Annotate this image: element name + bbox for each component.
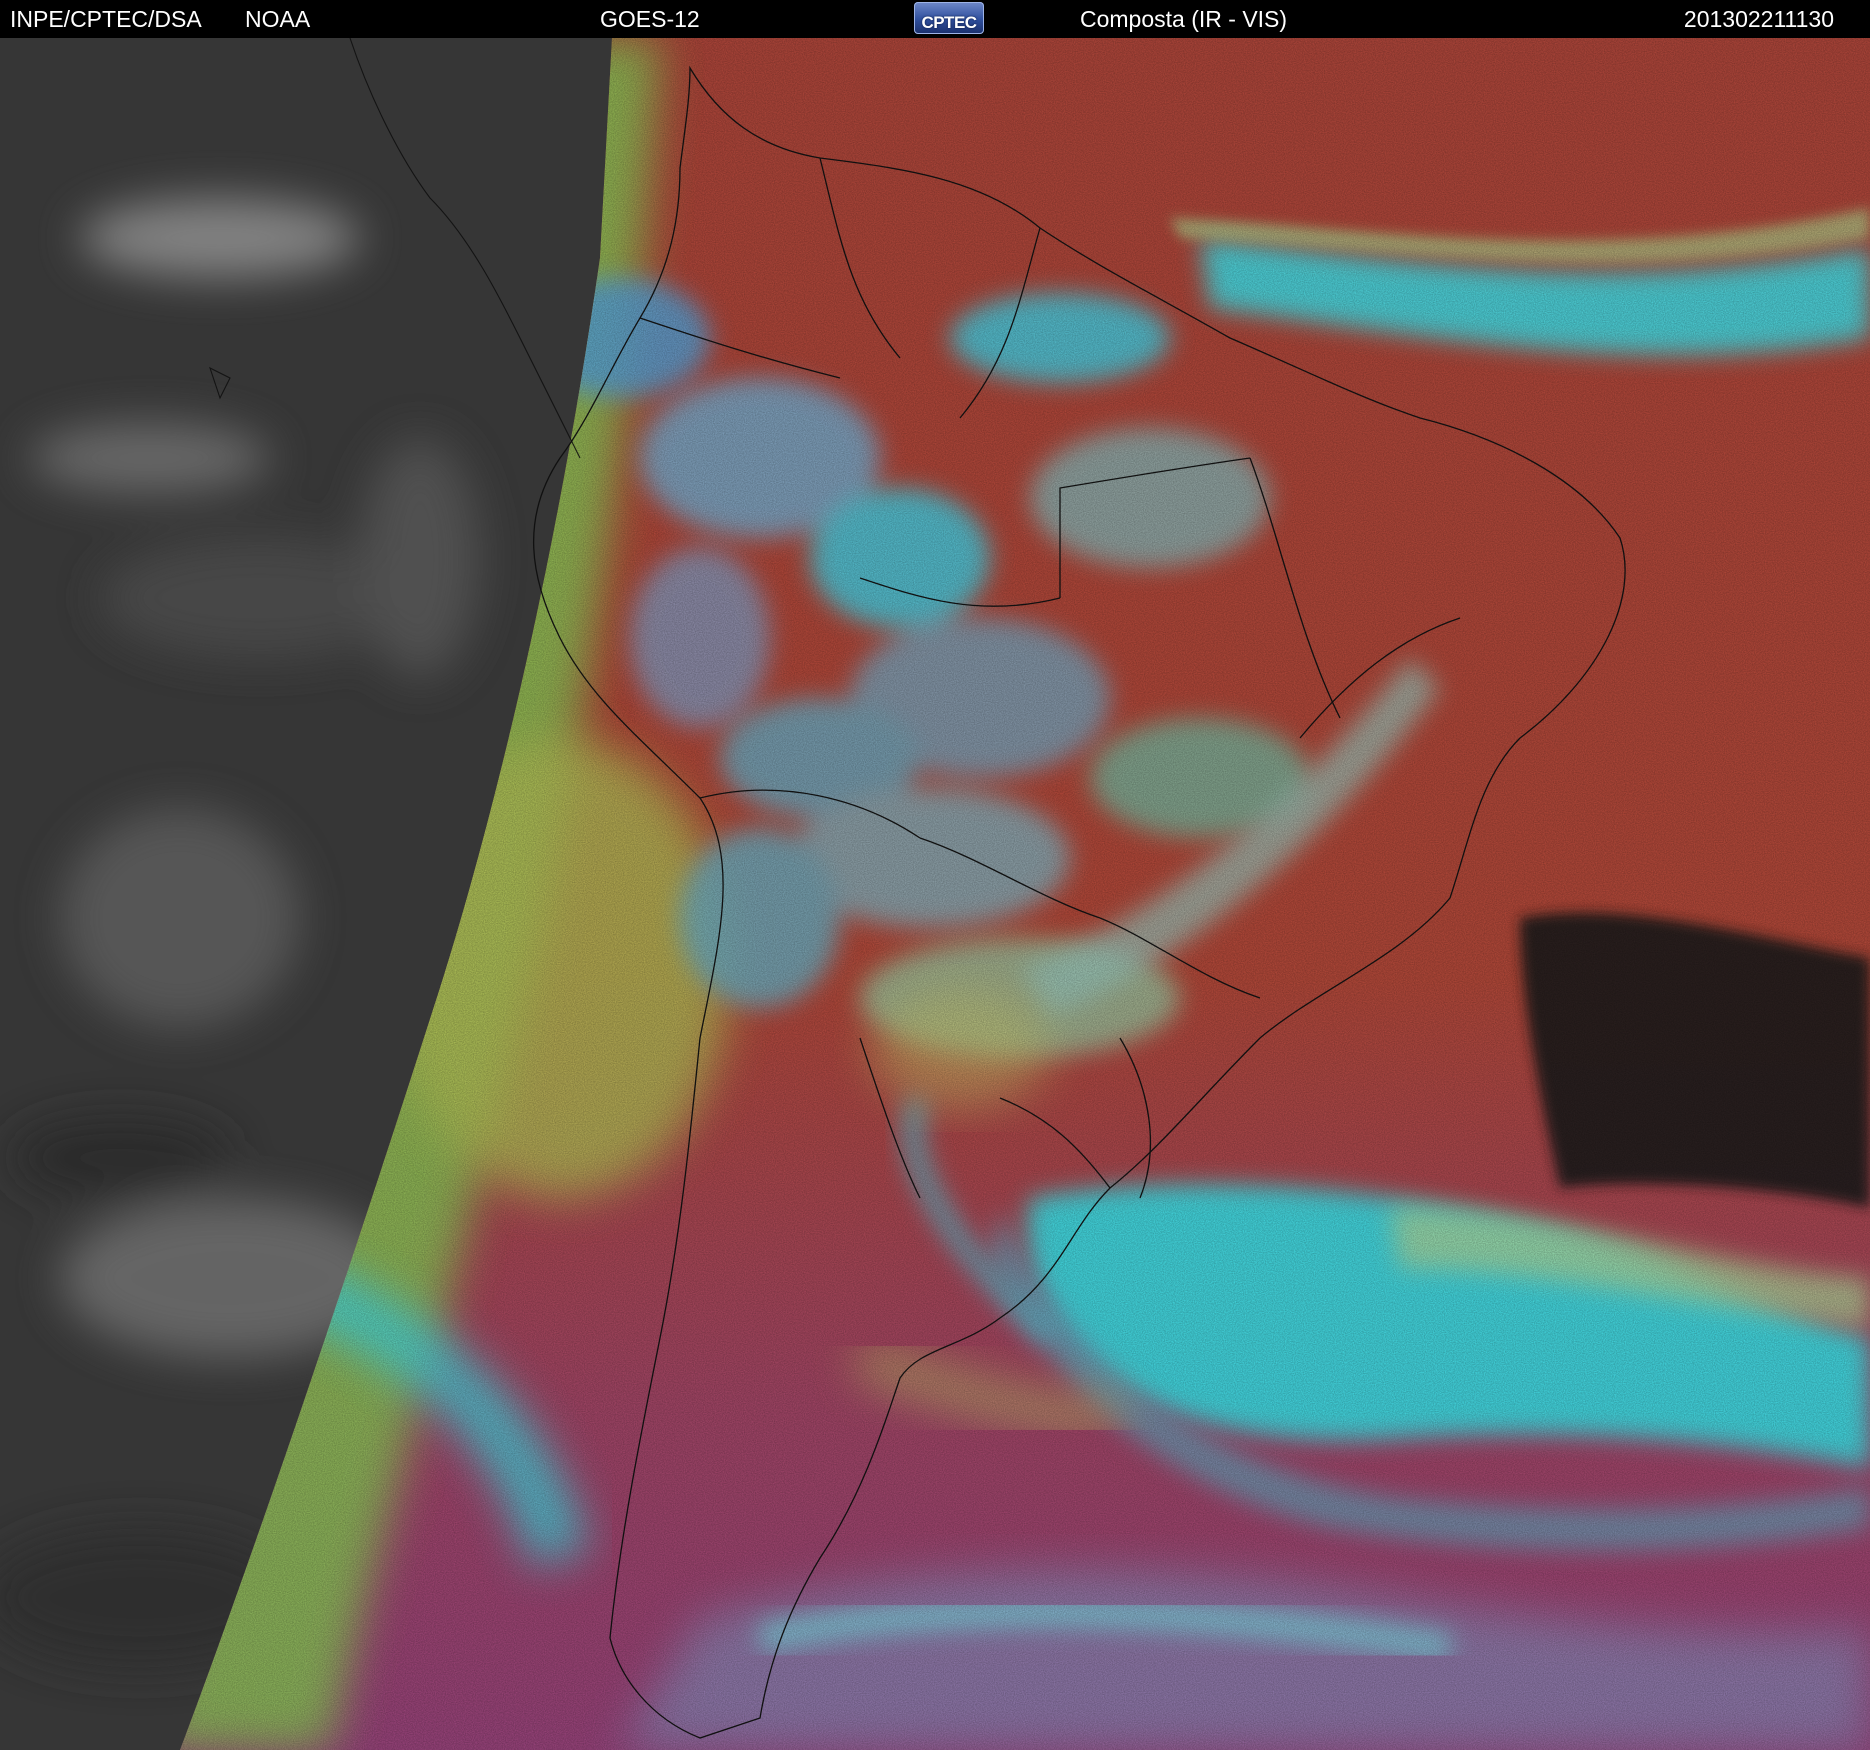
cptec-logo-text: CPTEC <box>921 13 977 32</box>
product-label: Composta (IR - VIS) <box>1080 6 1288 32</box>
satellite-composite-svg <box>0 38 1870 1750</box>
agency-label: NOAA <box>245 6 311 32</box>
satellite-label: GOES-12 <box>600 6 700 32</box>
datetime-label: 201302211130 <box>1683 6 1834 32</box>
satellite-image <box>0 38 1870 1750</box>
title-bar: INPE/CPTEC/DSA NOAA GOES-12 CPTEC Compos… <box>0 0 1870 38</box>
cptec-logo: CPTEC <box>914 2 984 34</box>
institution-label: INPE/CPTEC/DSA <box>10 6 202 32</box>
